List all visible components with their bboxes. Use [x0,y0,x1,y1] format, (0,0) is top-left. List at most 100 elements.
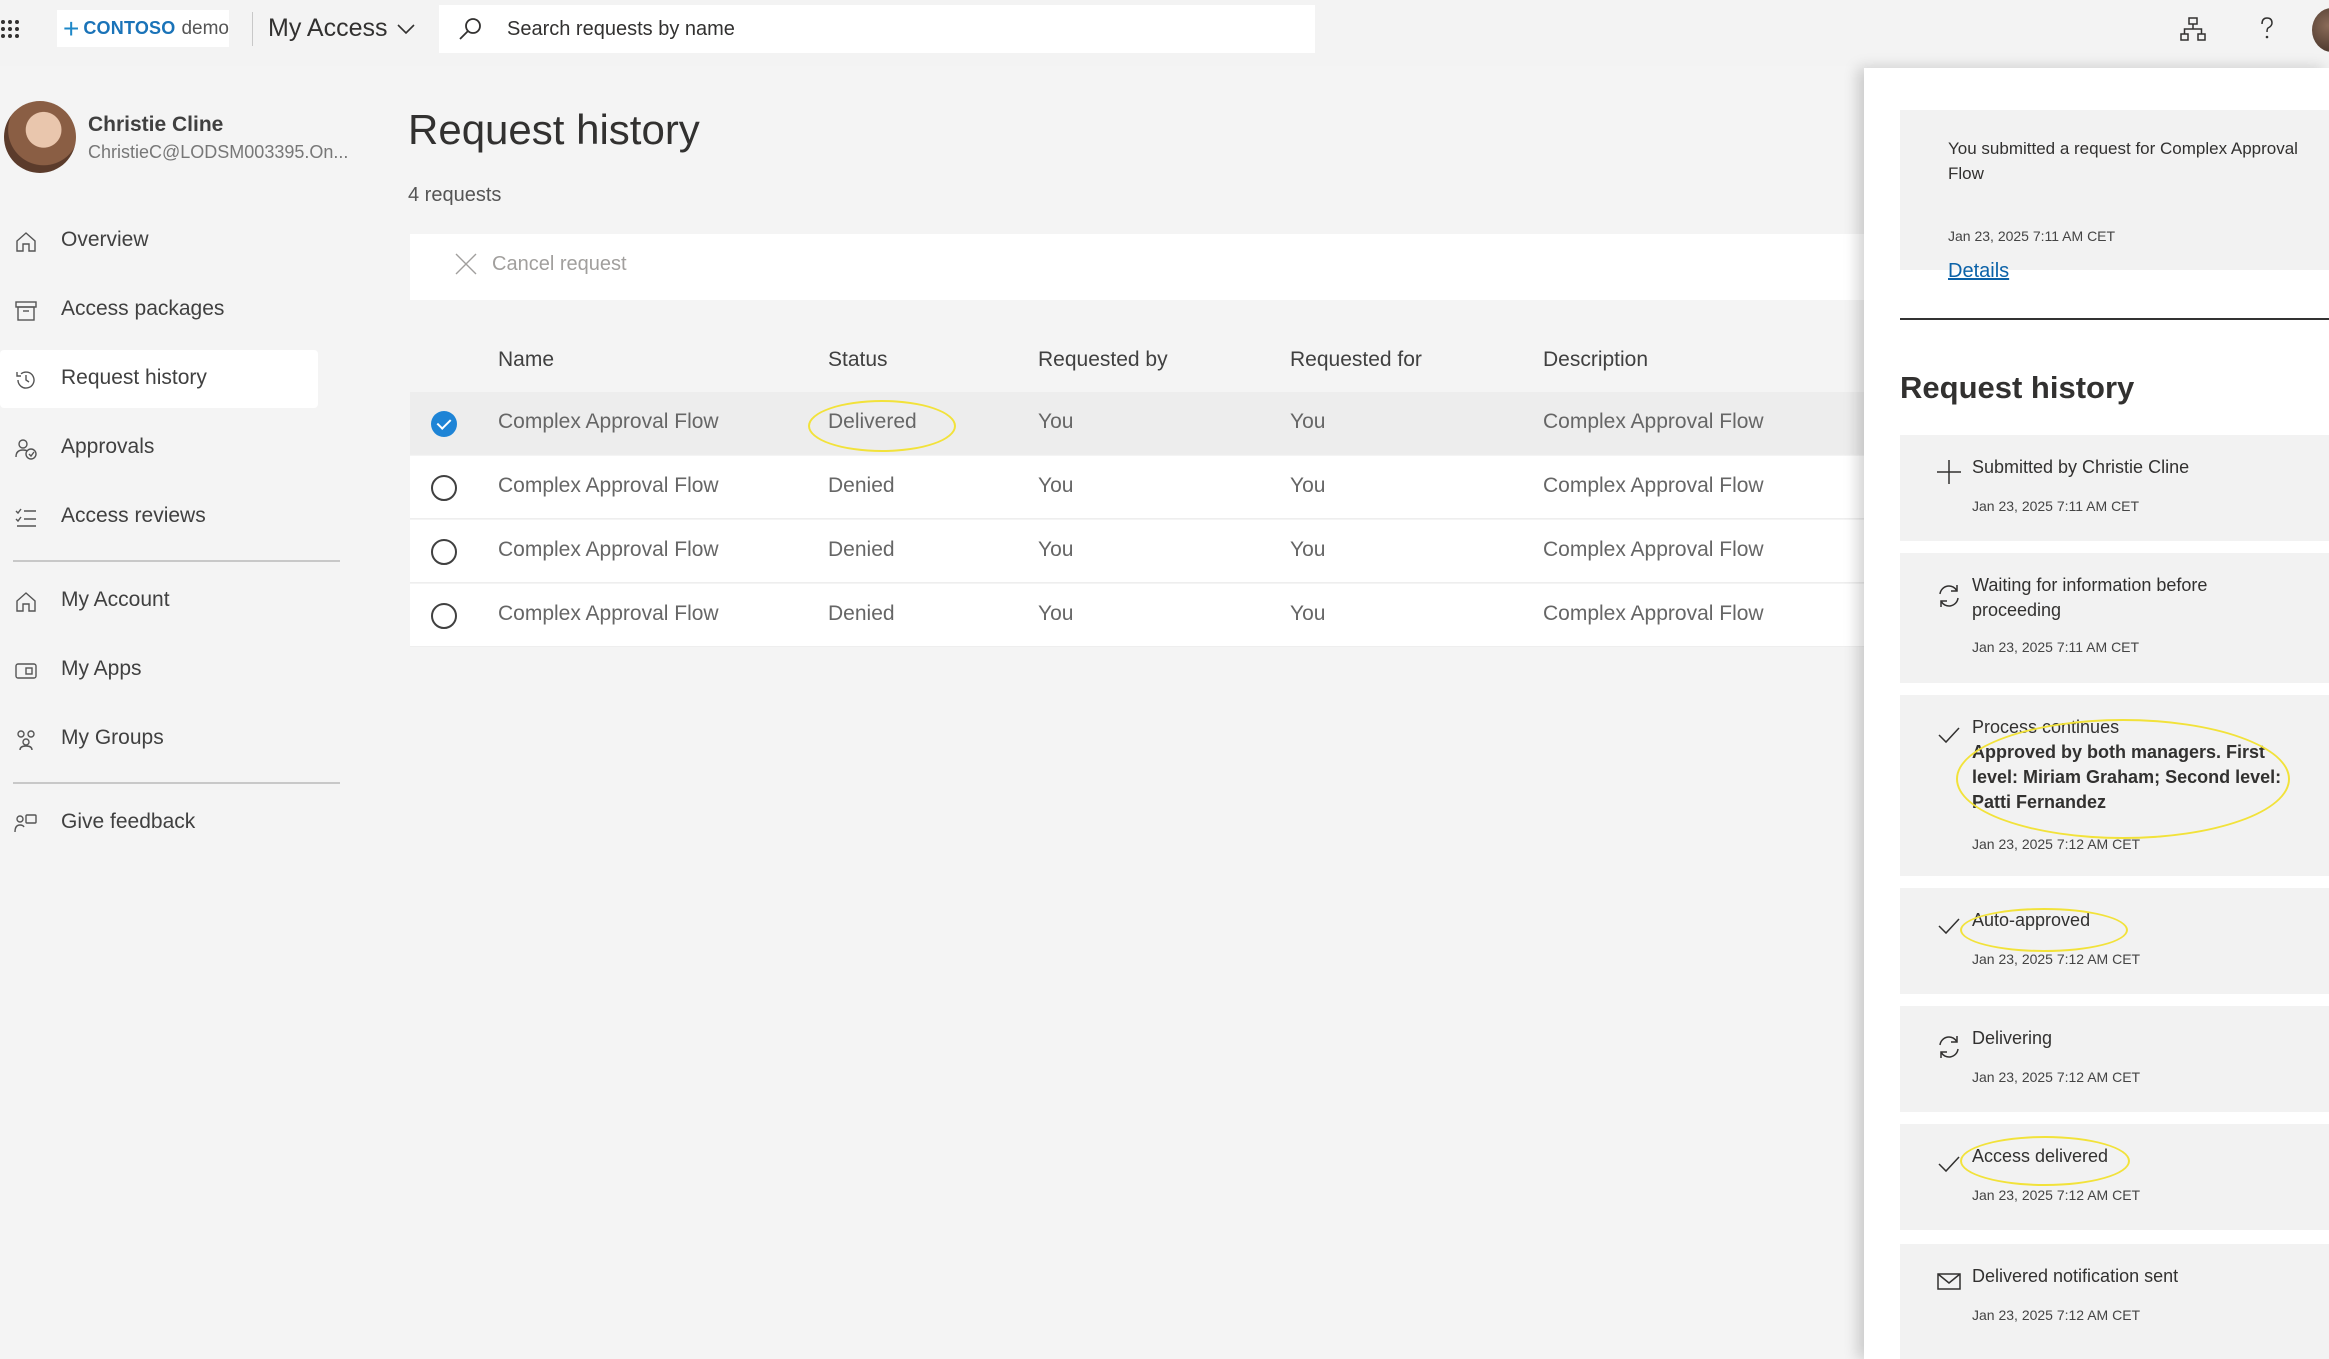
request-details-panel: You submitted a request for Complex Appr… [1864,68,2329,1359]
cell-requested-for: You [1290,410,1326,433]
details-link[interactable]: Details [1948,260,2009,283]
sidebar-divider [13,560,340,562]
history-item: Waiting for information before proceedin… [1900,553,2329,683]
history-title: Waiting for information before proceedin… [1972,575,2208,620]
cell-name: Complex Approval Flow [498,410,719,433]
row-select-radio[interactable] [431,539,457,565]
user-name: Christie Cline [88,113,224,136]
sidebar-item-approvals[interactable]: Approvals [0,419,318,477]
history-date: Jan 23, 2025 7:12 AM CET [1972,1307,2141,1323]
cell-description: Complex Approval Flow [1543,474,1764,497]
org-chart-icon[interactable] [2178,14,2208,44]
sidebar-item-label: Give feedback [61,810,196,833]
row-select-radio[interactable] [431,411,457,437]
cancel-request-button[interactable]: Cancel request [454,252,627,276]
plus-icon [1937,460,1961,484]
sidebar-item-label: Request history [61,366,207,389]
table-row[interactable]: Complex Approval Flow Denied You You Com… [410,584,1865,647]
sidebar-item-my-account[interactable]: My Account [0,572,318,630]
history-date: Jan 23, 2025 7:12 AM CET [1972,1187,2141,1203]
cell-status: Denied [828,538,895,561]
column-header-requested-for[interactable]: Requested for [1290,348,1422,372]
history-date: Jan 23, 2025 7:11 AM CET [1972,639,2140,655]
search-icon [459,18,481,40]
row-select-radio[interactable] [431,603,457,629]
summary-text: You submitted a request for Complex Appr… [1948,139,2298,183]
sidebar-item-label: My Account [61,588,170,611]
sidebar-item-overview[interactable]: Overview [0,212,318,270]
user-profile: Christie Cline ChristieC@LODSM003395.On.… [4,100,364,180]
account-avatar[interactable] [2312,8,2329,52]
avatar [4,101,76,173]
app-launcher-icon[interactable] [0,18,24,42]
history-title: Access delivered [1972,1146,2109,1166]
sidebar-item-label: Access reviews [61,504,206,527]
history-item: Delivering Jan 23, 2025 7:12 AM CET [1900,1006,2329,1112]
approvals-icon [15,439,37,460]
home-icon [16,232,36,252]
account-icon [16,592,36,612]
cell-status: Denied [828,602,895,625]
sidebar-item-my-groups[interactable]: My Groups [0,710,318,768]
panel-history-title: Request history [1900,370,2135,405]
cell-name: Complex Approval Flow [498,474,719,497]
cell-requested-by: You [1038,410,1074,433]
history-title: Submitted by Christie Cline [1972,457,2190,477]
app-title: My Access [268,14,388,42]
apps-icon [15,663,37,679]
history-item: Access delivered Jan 23, 2025 7:12 AM CE… [1900,1124,2329,1230]
company-logo[interactable]: + CONTOSO demo [57,10,229,47]
table-row[interactable]: Complex Approval Flow Denied You You Com… [410,520,1865,583]
brand-suffix: demo [181,17,229,39]
history-title: Delivering [1972,1028,2053,1048]
cell-description: Complex Approval Flow [1543,602,1764,625]
cell-requested-for: You [1290,602,1326,625]
cell-requested-for: You [1290,538,1326,561]
cell-status: Denied [828,474,895,497]
app-switcher[interactable]: My Access [268,14,416,43]
reviews-icon [15,508,36,527]
table-row[interactable]: Complex Approval Flow Delivered You You … [410,392,1865,455]
sidebar-item-access-reviews[interactable]: Access reviews [0,488,318,546]
refresh-icon [1939,1036,1959,1058]
column-header-requested-by[interactable]: Requested by [1038,348,1168,372]
history-date: Jan 23, 2025 7:12 AM CET [1972,951,2141,967]
sidebar-item-give-feedback[interactable]: Give feedback [0,794,318,852]
sidebar-item-label: My Groups [61,726,164,749]
cell-requested-by: You [1038,474,1074,497]
history-title: Delivered notification sent [1972,1266,2179,1286]
help-icon[interactable] [2252,14,2282,44]
column-header-status[interactable]: Status [828,348,888,372]
search-input[interactable] [507,5,1287,53]
cell-description: Complex Approval Flow [1543,538,1764,561]
command-bar: Cancel request [410,234,1865,300]
row-select-radio[interactable] [431,475,457,501]
close-icon [455,253,477,275]
cell-name: Complex Approval Flow [498,538,719,561]
cell-name: Complex Approval Flow [498,602,719,625]
history-item: Auto-approved Jan 23, 2025 7:12 AM CET [1900,888,2329,994]
cell-description: Complex Approval Flow [1543,410,1764,433]
page-title: Request history [408,106,700,153]
column-header-name[interactable]: Name [498,348,554,372]
cell-requested-for: You [1290,474,1326,497]
sidebar-item-label: Access packages [61,297,225,320]
history-icon [16,371,35,389]
sidebar-item-my-apps[interactable]: My Apps [0,641,318,699]
cell-requested-by: You [1038,602,1074,625]
feedback-icon [14,814,37,833]
table-row[interactable]: Complex Approval Flow Denied You You Com… [410,456,1865,519]
history-date: Jan 23, 2025 7:12 AM CET [1972,1069,2141,1085]
brand-name: CONTOSO [83,18,176,38]
cancel-request-label: Cancel request [492,252,627,275]
checkmark-icon [1938,1156,1960,1173]
column-header-description[interactable]: Description [1543,348,1648,372]
request-summary-card: You submitted a request for Complex Appr… [1900,110,2329,282]
history-item: Delivered notification sent Jan 23, 2025… [1900,1244,2329,1359]
checkmark-icon [1938,918,1960,935]
chevron-down-icon [397,23,416,34]
sidebar-item-access-packages[interactable]: Access packages [0,281,318,339]
groups-icon [17,730,35,751]
sidebar-item-request-history[interactable]: Request history [0,350,318,408]
panel-divider [1900,318,2329,320]
